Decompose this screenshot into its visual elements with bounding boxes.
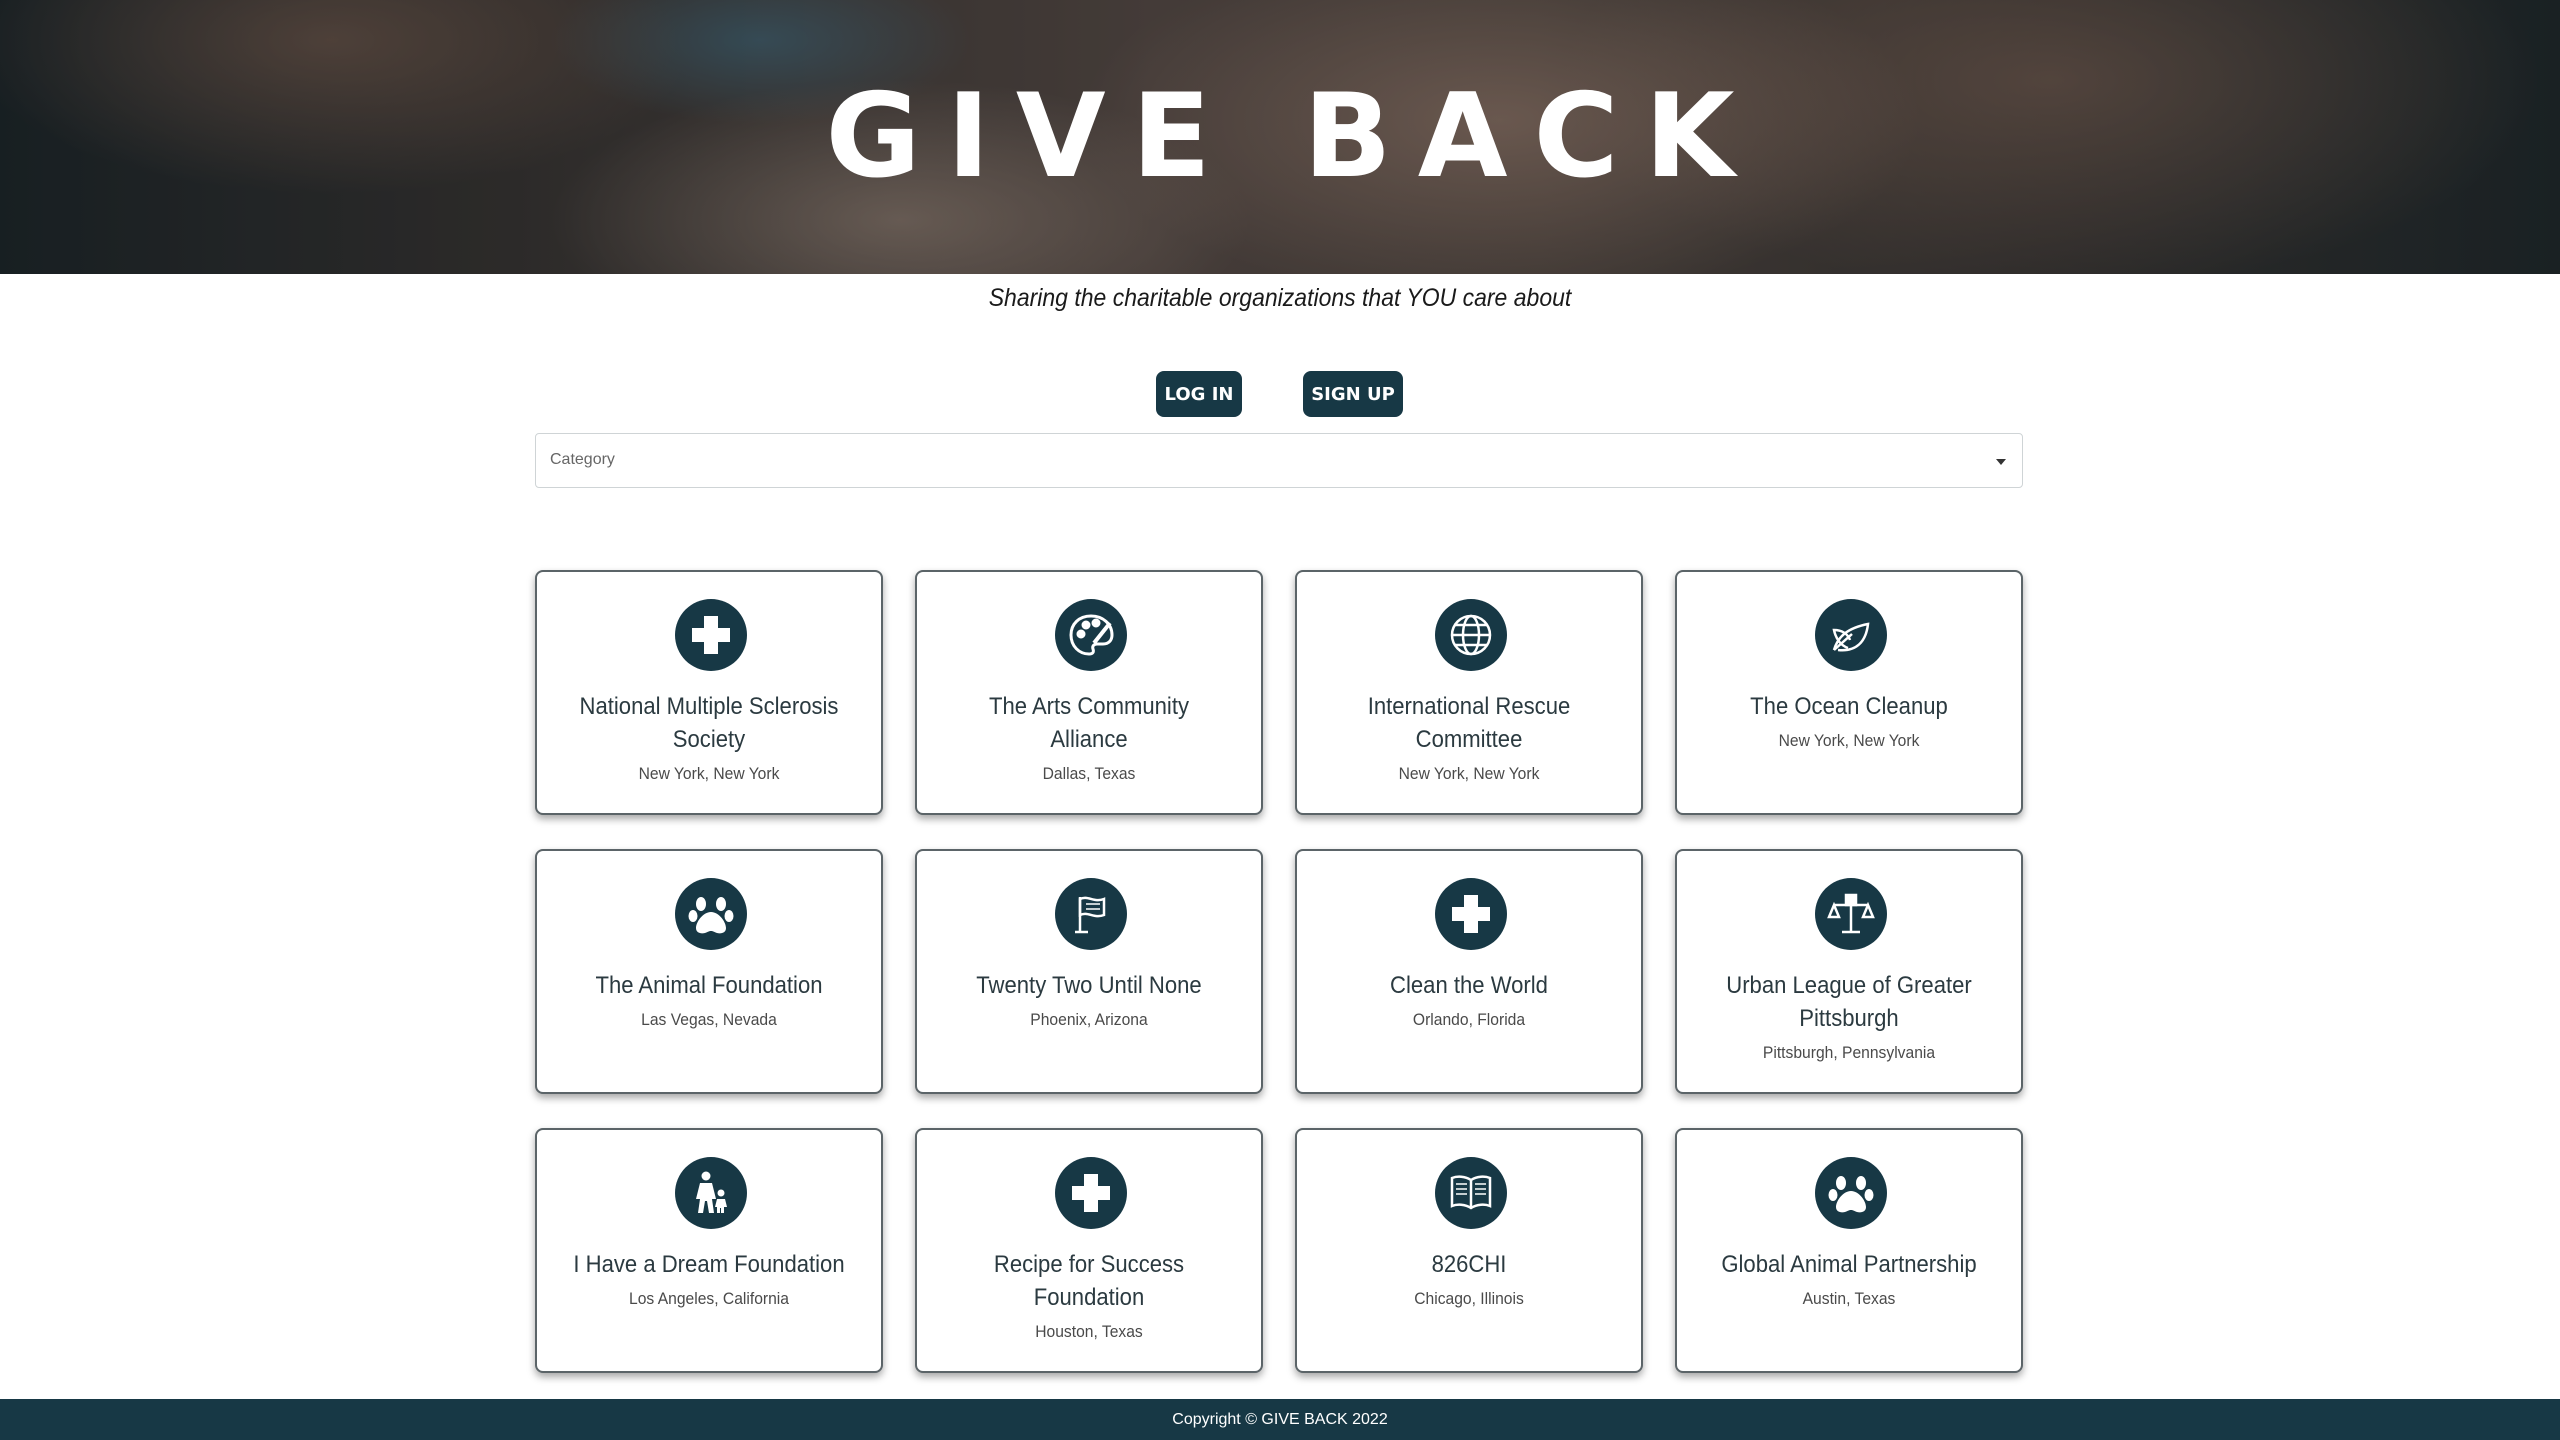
copyright-text: Copyright © GIVE BACK 2022	[1172, 1410, 1388, 1428]
org-location: New York, New York	[1398, 764, 1540, 783]
paw-icon	[675, 878, 747, 950]
login-button[interactable]: LOG IN	[1156, 371, 1242, 417]
hero-banner: GIVE BACK	[0, 0, 2560, 274]
org-location: Pittsburgh, Pennsylvania	[1762, 1043, 1936, 1062]
org-name: I Have a Dream Foundation	[573, 1251, 845, 1278]
org-location: Orlando, Florida	[1412, 1010, 1526, 1029]
book-icon	[1435, 1157, 1507, 1229]
org-location: New York, New York	[638, 764, 780, 783]
org-card[interactable]: National Multiple Sclerosis Society New Y…	[535, 570, 883, 815]
category-placeholder: Category	[550, 451, 615, 468]
caret-down-icon	[1996, 459, 2006, 465]
paint-palette-icon	[1055, 599, 1127, 671]
org-card[interactable]: Clean the World Orlando, Florida	[1295, 849, 1643, 1094]
org-card[interactable]: The Arts Community Alliance Dallas, Texas	[915, 570, 1263, 815]
medical-cross-icon	[1055, 1157, 1127, 1229]
org-card[interactable]: 826CHI Chicago, Illinois	[1295, 1128, 1643, 1373]
org-name: Twenty Two Until None	[976, 972, 1202, 999]
org-location: Dallas, Texas	[1042, 764, 1136, 783]
org-card[interactable]: Twenty Two Until None Phoenix, Arizona	[915, 849, 1263, 1094]
org-name: The Arts Community Alliance	[988, 693, 1190, 753]
org-location: Austin, Texas	[1802, 1289, 1896, 1308]
org-location: Las Vegas, Nevada	[641, 1010, 777, 1029]
org-card[interactable]: The Ocean Cleanup New York, New York	[1675, 570, 2023, 815]
signup-button[interactable]: SIGN UP	[1303, 371, 1403, 417]
org-name: Recipe for Success Foundation	[993, 1251, 1185, 1311]
org-name: Urban League of Greater Pittsburgh	[1726, 972, 1972, 1032]
category-select[interactable]: Category	[535, 433, 2023, 488]
org-name: National Multiple Sclerosis Society	[579, 693, 839, 753]
org-card[interactable]: The Animal Foundation Las Vegas, Nevada	[535, 849, 883, 1094]
medical-cross-icon	[675, 599, 747, 671]
parent-child-icon	[675, 1157, 747, 1229]
site-title: GIVE BACK	[825, 69, 1761, 204]
org-name: Clean the World	[1390, 972, 1548, 999]
justice-scale-icon	[1815, 878, 1887, 950]
org-location: Los Angeles, California	[629, 1289, 789, 1308]
globe-icon	[1435, 599, 1507, 671]
org-location: Chicago, Illinois	[1414, 1289, 1524, 1308]
org-name: The Ocean Cleanup	[1750, 693, 1948, 720]
org-name: Global Animal Partnership	[1721, 1251, 1977, 1278]
org-name: The Animal Foundation	[595, 972, 823, 999]
org-card[interactable]: I Have a Dream Foundation Los Angeles, Ca…	[535, 1128, 883, 1373]
org-location: Houston, Texas	[1035, 1322, 1143, 1341]
org-card[interactable]: Global Animal Partnership Austin, Texas	[1675, 1128, 2023, 1373]
org-card[interactable]: International Rescue Committee New York, …	[1295, 570, 1643, 815]
org-name: 826CHI	[1431, 1251, 1507, 1278]
paw-icon	[1815, 1157, 1887, 1229]
footer: Copyright © GIVE BACK 2022	[0, 1399, 2560, 1440]
medical-cross-icon	[1435, 878, 1507, 950]
tagline: Sharing the charitable organizations tha…	[988, 284, 1572, 312]
org-card[interactable]: Recipe for Success Foundation Houston, Te…	[915, 1128, 1263, 1373]
flag-icon	[1055, 878, 1127, 950]
leaf-icon	[1815, 599, 1887, 671]
org-location: New York, New York	[1778, 731, 1920, 750]
org-card[interactable]: Urban League of Greater Pittsburgh Pittsb…	[1675, 849, 2023, 1094]
org-name: International Rescue Committee	[1367, 693, 1571, 753]
org-location: Phoenix, Arizona	[1030, 1010, 1148, 1029]
